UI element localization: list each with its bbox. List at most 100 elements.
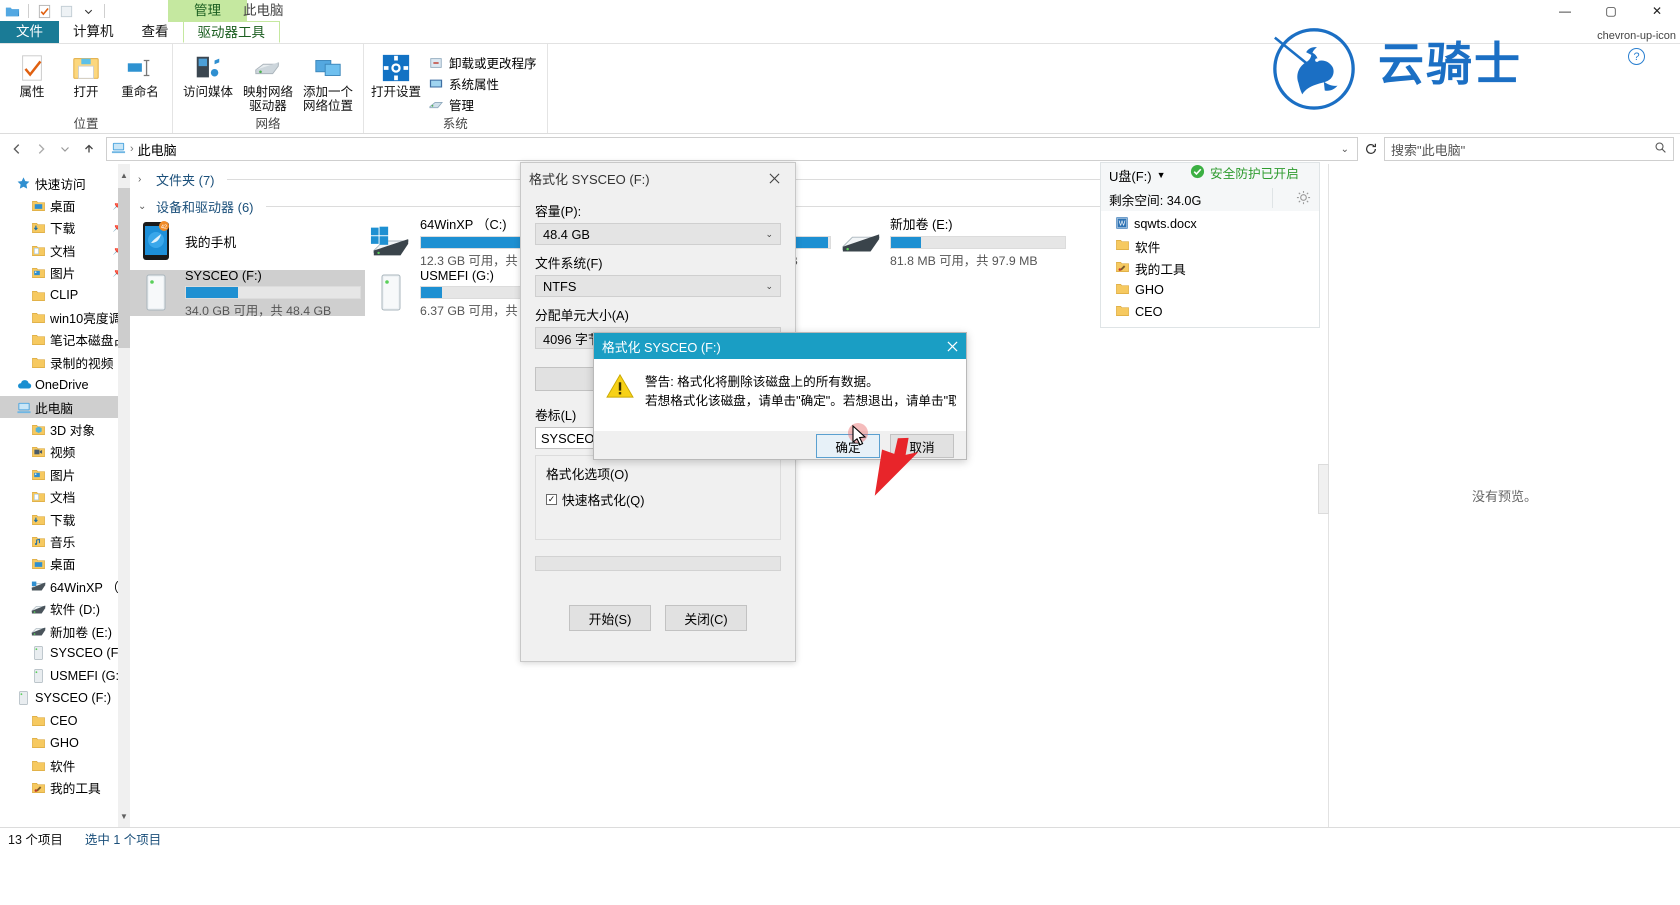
- sidebar-item[interactable]: SYSCEO (F:): [0, 642, 130, 664]
- breadcrumb[interactable]: › 此电脑 ⌄: [106, 137, 1358, 161]
- search-input[interactable]: 搜索"此电脑": [1384, 137, 1674, 161]
- ribbon-button-properties[interactable]: 属性: [6, 49, 58, 101]
- refresh-button[interactable]: [1360, 137, 1382, 161]
- ribbon-button-system-properties[interactable]: 系统属性: [424, 73, 541, 94]
- usb-file-item[interactable]: 软件: [1101, 235, 1319, 257]
- chevron-down-icon[interactable]: ▼: [1157, 170, 1166, 180]
- sidebar-item[interactable]: USMEFI (G:): [0, 665, 130, 687]
- sidebar-item[interactable]: 桌面: [0, 553, 130, 575]
- capacity-select[interactable]: 48.4 GB ⌄: [535, 223, 781, 245]
- dropdown-caret-icon[interactable]: [80, 3, 97, 20]
- usb-file-item[interactable]: 我的工具: [1101, 257, 1319, 279]
- sidebar-item[interactable]: 图片: [0, 463, 130, 485]
- tab-view[interactable]: 查看: [128, 21, 183, 43]
- preview-collapse-handle[interactable]: chevron-right-icon: [1318, 464, 1329, 514]
- breadcrumb-dropdown-icon[interactable]: ⌄: [1341, 144, 1353, 155]
- scroll-up-icon[interactable]: ▲: [118, 168, 130, 182]
- forward-button[interactable]: [30, 137, 52, 161]
- sidebar-item[interactable]: 图片📌: [0, 262, 130, 284]
- new-folder-icon[interactable]: [58, 3, 75, 20]
- sidebar-item[interactable]: 文档: [0, 485, 130, 507]
- window-buttons: — ▢ ✕: [1542, 0, 1680, 22]
- sidebar-item[interactable]: 下载📌: [0, 217, 130, 239]
- sidebar-item[interactable]: 3D 对象: [0, 418, 130, 440]
- sidebar-item-label: USMEFI (G:): [50, 668, 124, 683]
- quick-format-checkbox[interactable]: ✓ 快速格式化(Q): [546, 490, 770, 509]
- usb-file-item[interactable]: CEO: [1101, 301, 1319, 323]
- gear-icon[interactable]: [1296, 190, 1311, 208]
- sidebar-item[interactable]: GHO: [0, 732, 130, 754]
- help-icon[interactable]: ?: [1628, 48, 1646, 65]
- close-button[interactable]: ✕: [1634, 0, 1680, 22]
- sidebar-item[interactable]: 视频: [0, 441, 130, 463]
- sidebar-item[interactable]: 录制的视频: [0, 351, 130, 373]
- start-format-button[interactable]: 开始(S): [569, 605, 651, 631]
- checkbox-check-icon[interactable]: ✓: [546, 494, 557, 505]
- recent-locations-button[interactable]: [54, 137, 76, 161]
- usb-file-item[interactable]: Wsqwts.docx: [1101, 213, 1319, 235]
- folder-icon: [30, 713, 47, 728]
- ribbon-button-access-media[interactable]: 访问媒体: [179, 49, 237, 101]
- usb-free-space-text: 剩余空间: 34.0G: [1109, 193, 1202, 208]
- device-tile[interactable]: 42 我的手机: [130, 218, 365, 264]
- minimize-button[interactable]: —: [1542, 0, 1588, 22]
- sidebar-item[interactable]: 软件: [0, 754, 130, 776]
- ribbon-button-open[interactable]: 打开: [60, 49, 112, 101]
- status-selection: 选中 1 个项目: [84, 833, 162, 847]
- tab-file[interactable]: 文件: [0, 21, 59, 43]
- chevron-down-icon[interactable]: ⌄: [765, 281, 773, 292]
- sidebar-item[interactable]: 我的工具: [0, 777, 130, 799]
- sidebar-item[interactable]: 笔记本磁盘占用-: [0, 329, 130, 351]
- sidebar-item[interactable]: 快速访问: [0, 172, 130, 194]
- device-tile[interactable]: 新加卷 (E:) 81.8 MB 可用，共 97.9 MB: [835, 217, 1070, 268]
- chevron-down-icon[interactable]: ⌄: [765, 229, 773, 240]
- chevron-up-icon[interactable]: chevron-up-icon: [1597, 30, 1676, 42]
- warning-dialog-body: 警告: 格式化将删除该磁盘上的所有数据。 若想格式化该磁盘，请单击"确定"。若想…: [594, 359, 966, 431]
- ribbon-button-uninstall-program[interactable]: 卸载或更改程序: [424, 52, 541, 73]
- close-icon[interactable]: [947, 340, 958, 352]
- warning-dialog-titlebar: 格式化 SYSCEO (F:): [594, 333, 966, 359]
- scrollbar-thumb[interactable]: [118, 188, 130, 348]
- chevron-down-icon[interactable]: ⌄: [138, 201, 150, 212]
- tab-drive-tools[interactable]: 驱动器工具: [182, 21, 280, 43]
- sidebar-item[interactable]: win10亮度调节快: [0, 306, 130, 328]
- sidebar-item[interactable]: 新加卷 (E:): [0, 620, 130, 642]
- usb-file-item[interactable]: GHO: [1101, 279, 1319, 301]
- ribbon-button-open-settings[interactable]: 打开设置: [370, 49, 422, 101]
- ribbon-button-rename[interactable]: 重命名: [114, 49, 166, 101]
- sidebar-item[interactable]: 64WinXP （C:): [0, 575, 130, 597]
- sidebar-item[interactable]: 软件 (D:): [0, 597, 130, 619]
- sidebar-item-label: 文档: [50, 491, 76, 506]
- up-button[interactable]: [78, 137, 100, 161]
- sidebar-item[interactable]: CLIP: [0, 284, 130, 306]
- tab-computer[interactable]: 计算机: [59, 21, 128, 43]
- chevron-right-icon[interactable]: ›: [138, 174, 150, 185]
- navigation-scrollbar[interactable]: ▲ ▼: [118, 164, 130, 827]
- scroll-down-icon[interactable]: ▼: [118, 809, 130, 823]
- sidebar-item[interactable]: 文档📌: [0, 239, 130, 261]
- ribbon-button-map-network-drive[interactable]: 映射网络驱动器: [239, 49, 297, 115]
- sidebar-item[interactable]: 下载: [0, 508, 130, 530]
- usb-drive-icon: [30, 645, 47, 661]
- sidebar-item[interactable]: SYSCEO (F:): [0, 687, 130, 709]
- group-label-devices: 设备和驱动器 (6): [156, 200, 254, 215]
- back-button[interactable]: [6, 137, 28, 161]
- ribbon-button-manage[interactable]: 管理: [424, 94, 541, 115]
- maximize-button[interactable]: ▢: [1588, 0, 1634, 22]
- properties-check-icon[interactable]: [36, 3, 53, 20]
- sidebar-item[interactable]: 此电脑: [0, 395, 130, 419]
- device-tile[interactable]: SYSCEO (F:) 34.0 GB 可用，共 48.4 GB: [130, 268, 365, 318]
- breadcrumb-current[interactable]: 此电脑: [138, 140, 177, 159]
- ribbon-button-add-network-location[interactable]: 添加一个网络位置: [299, 49, 357, 115]
- sidebar-item[interactable]: 音乐: [0, 530, 130, 552]
- filesystem-select[interactable]: NTFS ⌄: [535, 275, 781, 297]
- sidebar-item[interactable]: CEO: [0, 709, 130, 731]
- search-icon[interactable]: [1654, 141, 1667, 157]
- explorer-icon[interactable]: [4, 3, 21, 20]
- sidebar-item[interactable]: 桌面📌: [0, 194, 130, 216]
- close-icon[interactable]: [761, 165, 787, 191]
- sidebar-item[interactable]: OneDrive: [0, 374, 130, 396]
- usb-secure-text: 安全防护已开启: [1210, 167, 1299, 181]
- contextual-tab-manage[interactable]: 管理: [168, 0, 247, 22]
- close-format-button[interactable]: 关闭(C): [665, 605, 747, 631]
